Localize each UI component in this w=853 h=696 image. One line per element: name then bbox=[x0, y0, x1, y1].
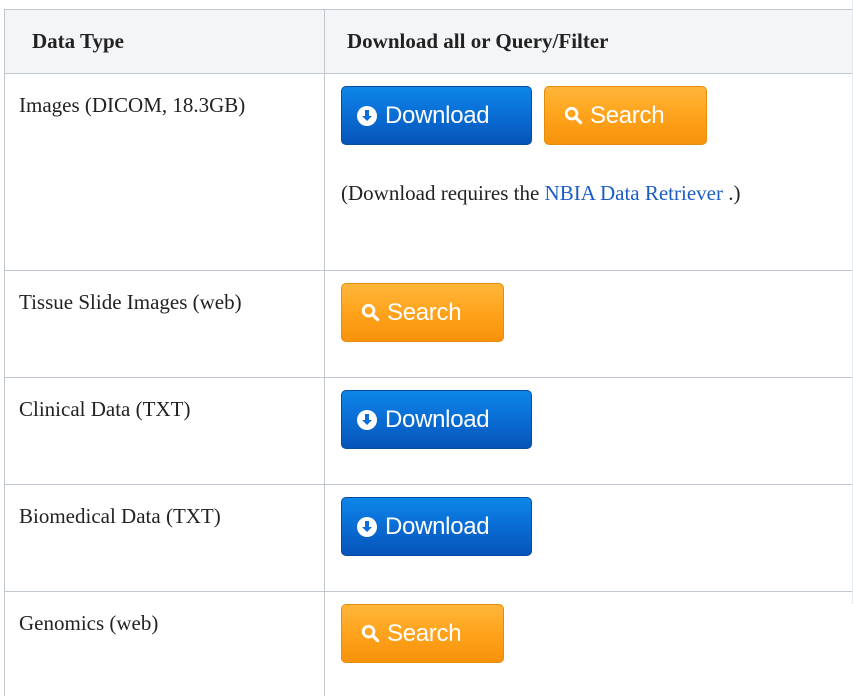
table-row: Genomics (web) Search bbox=[5, 592, 853, 696]
action-cell: Download Search (Download requires the N… bbox=[325, 74, 853, 271]
note-suffix: .) bbox=[723, 181, 741, 205]
download-circle-icon bbox=[357, 517, 377, 537]
magnifier-icon bbox=[361, 303, 380, 322]
header-data-type: Data Type bbox=[5, 10, 325, 74]
data-type-cell: Genomics (web) bbox=[5, 592, 325, 696]
download-button-label: Download bbox=[385, 406, 489, 434]
search-button-label: Search bbox=[387, 299, 461, 327]
biomedical-download-button[interactable]: Download bbox=[341, 497, 532, 556]
action-cell: Download bbox=[325, 485, 853, 592]
table-row: Clinical Data (TXT) Download bbox=[5, 378, 853, 485]
table-row: Biomedical Data (TXT) Download bbox=[5, 485, 853, 592]
search-button-label: Search bbox=[387, 620, 461, 648]
images-search-button[interactable]: Search bbox=[544, 86, 707, 145]
download-circle-icon bbox=[357, 106, 377, 126]
data-type-cell: Clinical Data (TXT) bbox=[5, 378, 325, 485]
nbia-data-retriever-link[interactable]: NBIA Data Retriever bbox=[545, 181, 723, 205]
magnifier-icon bbox=[564, 106, 583, 125]
action-cell: Search bbox=[325, 592, 853, 696]
button-group: Download Search bbox=[341, 86, 853, 145]
table-header-row: Data Type Download all or Query/Filter bbox=[5, 10, 853, 74]
table-row: Tissue Slide Images (web) Search bbox=[5, 271, 853, 378]
clinical-download-button[interactable]: Download bbox=[341, 390, 532, 449]
header-download-query: Download all or Query/Filter bbox=[325, 10, 853, 74]
data-type-cell: Tissue Slide Images (web) bbox=[5, 271, 325, 378]
note-prefix: (Download requires the bbox=[341, 181, 545, 205]
table-row: Images (DICOM, 18.3GB) Download Search (… bbox=[5, 74, 853, 271]
data-type-cell: Images (DICOM, 18.3GB) bbox=[5, 74, 325, 271]
search-button-label: Search bbox=[590, 102, 664, 130]
action-cell: Download bbox=[325, 378, 853, 485]
images-download-button[interactable]: Download bbox=[341, 86, 532, 145]
download-button-label: Download bbox=[385, 102, 489, 130]
data-type-cell: Biomedical Data (TXT) bbox=[5, 485, 325, 592]
genomics-search-button[interactable]: Search bbox=[341, 604, 504, 663]
action-cell: Search bbox=[325, 271, 853, 378]
data-download-table: Data Type Download all or Query/Filter I… bbox=[4, 9, 853, 696]
magnifier-icon bbox=[361, 624, 380, 643]
download-requirement-note: (Download requires the NBIA Data Retriev… bbox=[341, 181, 853, 206]
download-circle-icon bbox=[357, 410, 377, 430]
download-button-label: Download bbox=[385, 513, 489, 541]
tissue-search-button[interactable]: Search bbox=[341, 283, 504, 342]
